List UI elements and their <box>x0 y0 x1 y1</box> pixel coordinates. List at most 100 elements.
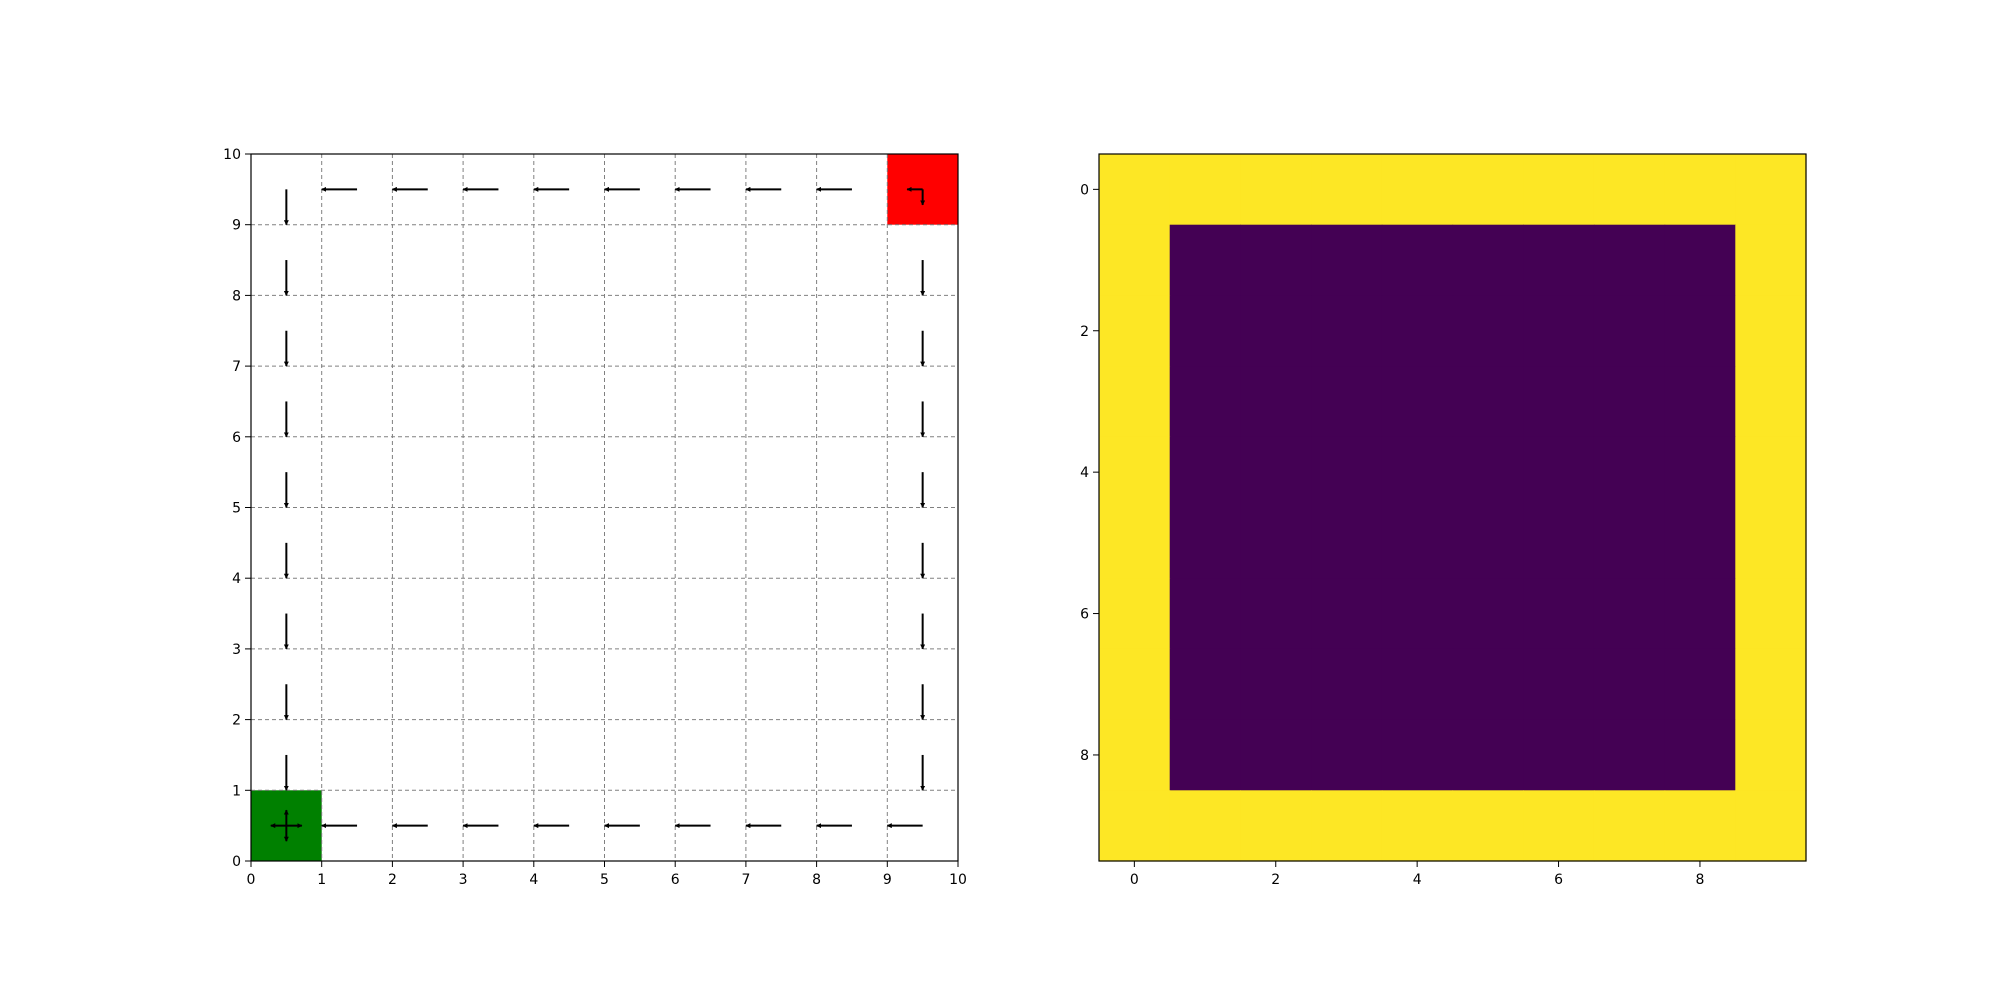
y-tick-label: 10 <box>223 147 241 163</box>
heatmap-cell <box>1452 154 1524 226</box>
heatmap-cell <box>1240 719 1312 791</box>
heatmap-cell <box>1664 366 1736 438</box>
heatmap-cell <box>1099 224 1171 296</box>
heatmap-cell <box>1311 790 1383 862</box>
heatmap-y-tick-label: 4 <box>1080 465 1089 481</box>
heatmap-cell <box>1735 366 1807 438</box>
heatmap-cell <box>1523 507 1595 579</box>
heatmap-cell <box>1523 366 1595 438</box>
heatmap-cell <box>1664 224 1736 296</box>
heatmap-cell <box>1169 224 1241 296</box>
heatmap-cell <box>1099 295 1171 367</box>
heatmap-cell <box>1169 578 1241 650</box>
heatmap-cell <box>1099 790 1171 862</box>
x-tick-label: 0 <box>247 872 256 888</box>
heatmap-cell <box>1452 648 1524 721</box>
heatmap-cell <box>1311 366 1383 438</box>
heatmap-cell <box>1169 154 1241 226</box>
heatmap-cell <box>1311 507 1383 579</box>
y-tick-label: 7 <box>232 359 241 375</box>
heatmap-cell <box>1452 507 1524 579</box>
heatmap-y-tick-label: 0 <box>1080 182 1089 198</box>
y-tick-label: 3 <box>232 642 241 658</box>
heatmap-cell <box>1593 790 1666 862</box>
x-tick-label: 8 <box>812 872 821 888</box>
heatmap-cell <box>1240 507 1312 579</box>
heatmap-cell <box>1735 154 1807 226</box>
heatmap-cell <box>1593 295 1666 367</box>
x-tick-label: 1 <box>317 872 326 888</box>
heatmap-cell <box>1523 436 1595 509</box>
heatmap-y-tick-label: 8 <box>1080 748 1089 764</box>
heatmap-cell <box>1311 648 1383 721</box>
heatmap-x-tick-label: 2 <box>1271 872 1280 888</box>
heatmap-cell <box>1593 366 1666 438</box>
heatmap-cell <box>1664 295 1736 367</box>
heatmap-cell <box>1593 224 1666 296</box>
heatmap-cell <box>1593 578 1666 650</box>
heatmap-cell <box>1099 436 1171 509</box>
heatmap-cell <box>1523 295 1595 367</box>
heatmap-cell <box>1523 578 1595 650</box>
heatmap-cell <box>1523 790 1595 862</box>
heatmap-y-tick-label: 2 <box>1080 324 1089 340</box>
heatmap-cell <box>1169 366 1241 438</box>
heatmap-cell <box>1099 507 1171 579</box>
value-heatmap-chart: 0 2 4 6 8 0 2 4 6 8 <box>1080 153 1807 888</box>
heatmap-cell <box>1240 578 1312 650</box>
x-tick-label: 7 <box>741 872 750 888</box>
heatmap-cell <box>1169 719 1241 791</box>
policy-grid-chart: 0 1 2 3 4 5 6 7 8 9 10 0 1 2 3 4 5 6 7 8 9 10 <box>223 147 967 888</box>
heatmap-cell <box>1593 507 1666 579</box>
y-tick-label: 2 <box>232 713 241 729</box>
y-tick-label: 5 <box>232 501 241 517</box>
heatmap-x-tick-label: 4 <box>1413 872 1422 888</box>
heatmap-cell <box>1381 719 1454 791</box>
heatmap-cell <box>1381 366 1454 438</box>
heatmap-cell <box>1169 295 1241 367</box>
heatmap-cell <box>1240 790 1312 862</box>
heatmap-cell <box>1311 154 1383 226</box>
heatmap-y-tick-label: 6 <box>1080 607 1089 623</box>
heatmap-cell <box>1735 578 1807 650</box>
heatmap-cell <box>1381 648 1454 721</box>
heatmap-x-tick-label: 6 <box>1554 872 1563 888</box>
heatmap-cell <box>1452 719 1524 791</box>
heatmap-cell <box>1311 224 1383 296</box>
heatmap-cell <box>1099 154 1171 226</box>
heatmap-cell <box>1593 719 1666 791</box>
x-tick-label: 10 <box>949 872 967 888</box>
heatmap-cell <box>1381 790 1454 862</box>
heatmap-cell <box>1735 295 1807 367</box>
x-tick-label: 9 <box>883 872 892 888</box>
heatmap-cell <box>1381 578 1454 650</box>
x-tick-label: 4 <box>529 872 538 888</box>
heatmap-cell <box>1664 507 1736 579</box>
figure: 0 1 2 3 4 5 6 7 8 9 10 0 1 2 3 4 5 6 7 8 9 10 0 2 4 6 8 0 2 4 6 8 <box>223 147 1807 888</box>
heatmap-cell <box>1523 648 1595 721</box>
heatmap-cell <box>1381 295 1454 367</box>
heatmap-cell <box>1311 295 1383 367</box>
heatmap-cell <box>1523 224 1595 296</box>
x-tick-label: 6 <box>671 872 680 888</box>
heatmap-x-tick-label: 8 <box>1695 872 1704 888</box>
heatmap-cell <box>1381 154 1454 226</box>
x-tick-label: 3 <box>459 872 468 888</box>
heatmap-cell <box>1311 719 1383 791</box>
heatmap-cell <box>1311 436 1383 509</box>
heatmap-cell <box>1099 648 1171 721</box>
heatmap-cell <box>1735 436 1807 509</box>
heatmap-cell <box>1240 224 1312 296</box>
heatmap-cell <box>1593 436 1666 509</box>
heatmap-cell <box>1664 578 1736 650</box>
y-tick-label: 6 <box>232 430 241 446</box>
heatmap-x-tick-label: 0 <box>1130 872 1139 888</box>
y-tick-label: 9 <box>232 218 241 234</box>
heatmap-cell <box>1664 154 1736 226</box>
y-tick-label: 8 <box>232 288 241 304</box>
heatmap-cell <box>1099 719 1171 791</box>
heatmap-cell <box>1099 366 1171 438</box>
heatmap-cell <box>1099 578 1171 650</box>
heatmap-cell <box>1735 224 1807 296</box>
y-tick-label: 0 <box>232 854 241 870</box>
